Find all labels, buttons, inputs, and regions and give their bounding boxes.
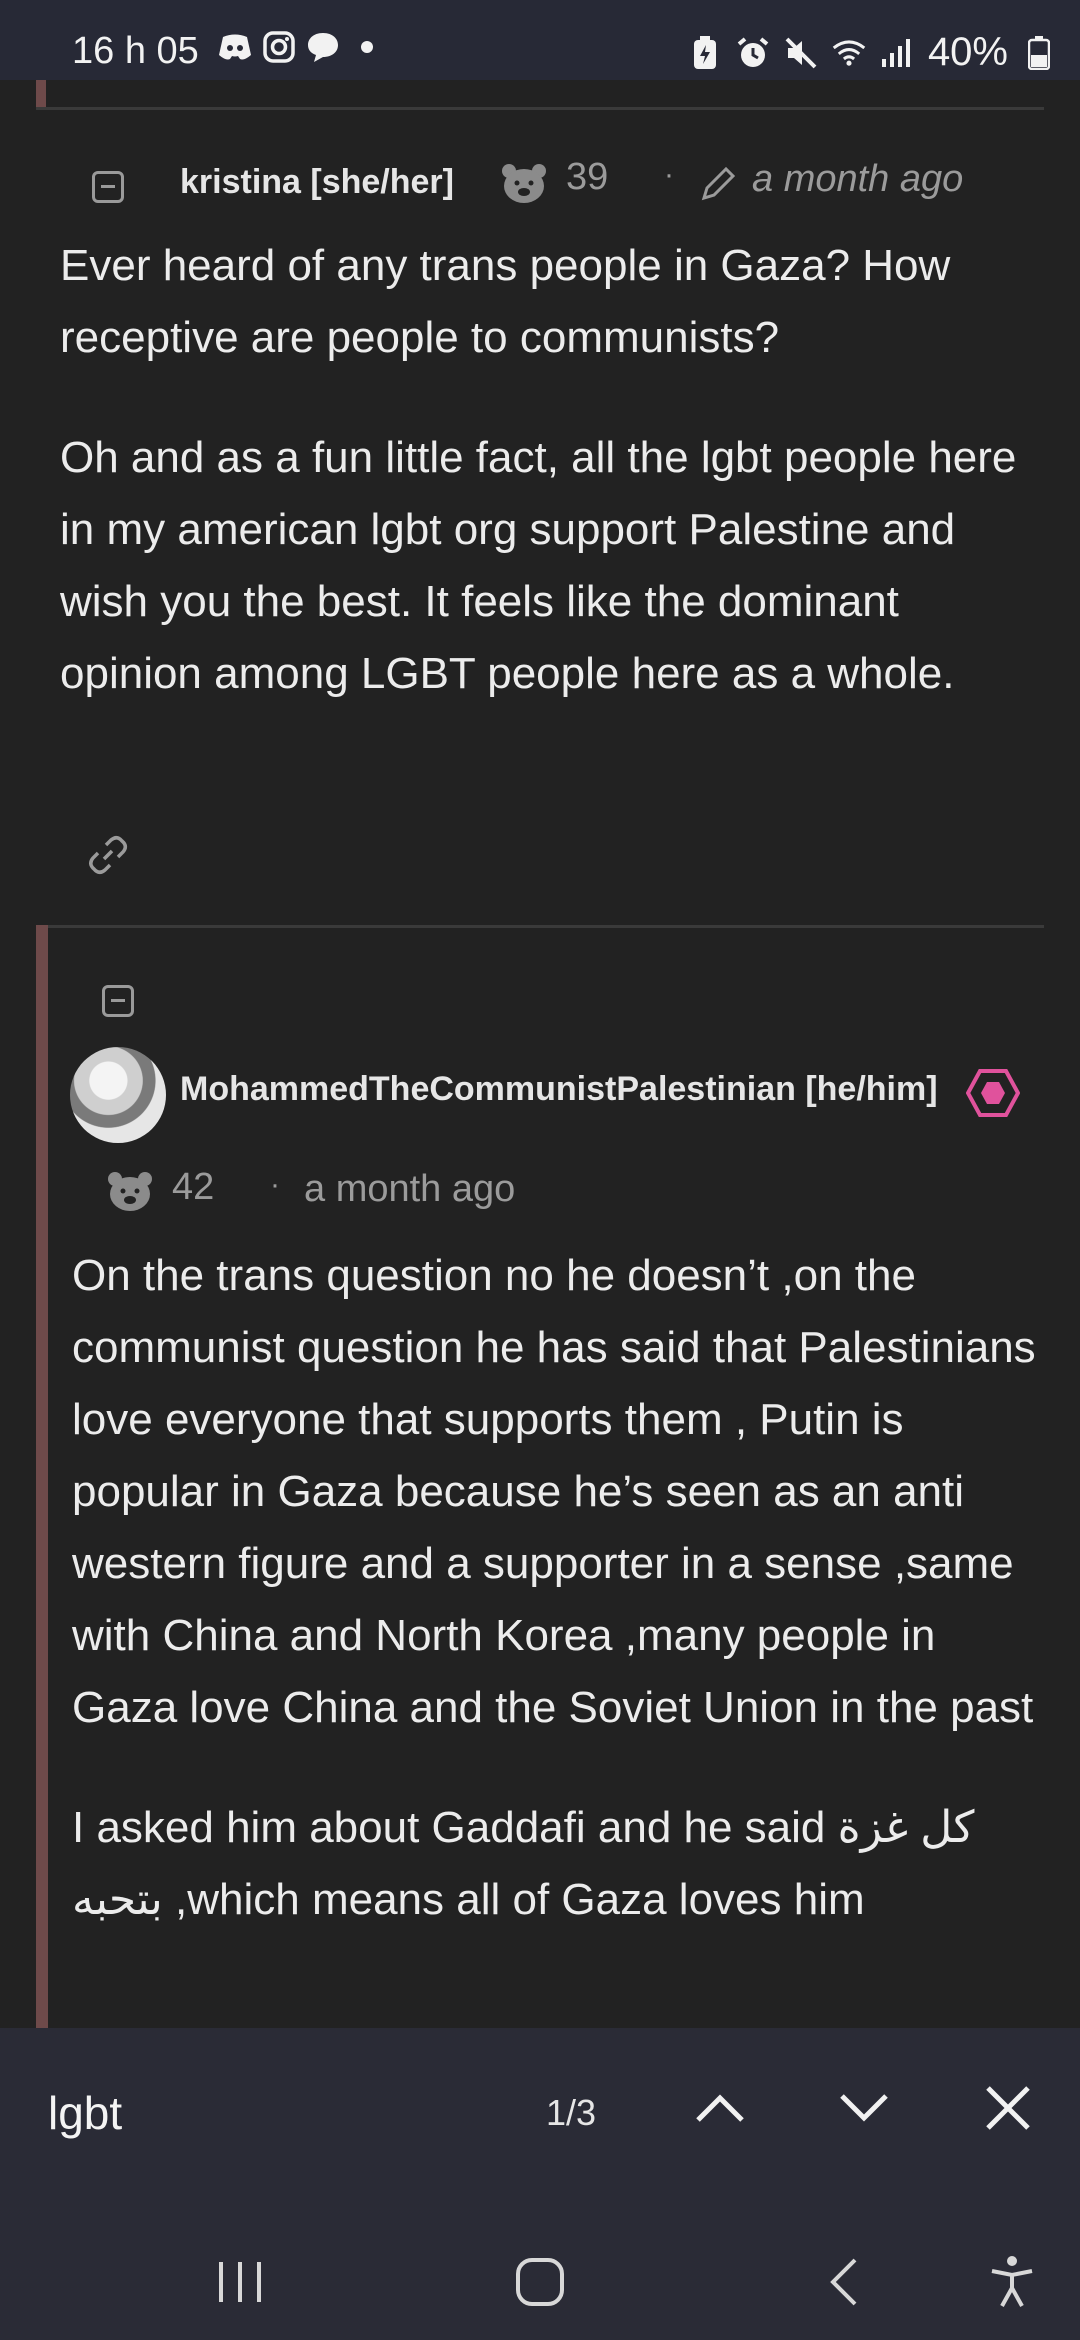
comment-timestamp: a month ago [304, 1168, 516, 1210]
thread-border [36, 80, 46, 108]
bear-score-icon [502, 164, 546, 203]
battery-saver-icon [688, 35, 722, 70]
link-icon[interactable] [86, 833, 130, 877]
find-in-page-bar: lgbt 1/3 [0, 2028, 1080, 2220]
comment-author[interactable]: MohammedTheCommunistPalestinian [he/him] [180, 1070, 938, 1109]
battery-icon [1022, 35, 1056, 70]
meta-separator: · [270, 1168, 280, 1201]
battery-percentage: 40% [927, 30, 1008, 74]
comment-paragraph: On the trans question no he doesn’t ,on … [72, 1251, 1036, 1732]
instagram-icon [262, 30, 296, 64]
pencil-icon [701, 166, 736, 201]
accessibility-icon [991, 2256, 1033, 2307]
recents-icon [219, 2262, 261, 2302]
find-next-button[interactable] [824, 2068, 904, 2148]
comment-score: 42 [172, 1166, 215, 1208]
meta-separator: · [664, 158, 674, 191]
accessibility-button[interactable] [972, 2242, 1052, 2322]
comment-body: On the trans question no he doesn’t ,on … [72, 1240, 1040, 1984]
recent-apps-button[interactable] [200, 2242, 280, 2322]
notification-icons [218, 30, 384, 64]
comment-paragraph: I asked him about Gaddafi and he said كل… [72, 1803, 975, 1924]
comment-score: 39 [566, 156, 609, 198]
chevron-up-icon [696, 2094, 744, 2122]
find-input[interactable]: lgbt [48, 2086, 122, 2140]
back-button[interactable] [804, 2242, 884, 2322]
collapse-comment-button[interactable] [102, 985, 134, 1017]
alarm-icon [736, 36, 770, 70]
avatar[interactable] [70, 1047, 166, 1143]
system-icons: 40% [688, 30, 1056, 75]
find-previous-button[interactable] [680, 2068, 760, 2148]
find-close-button[interactable] [968, 2068, 1048, 2148]
system-navigation-bar [0, 2220, 1080, 2340]
divider [36, 925, 1044, 928]
comment-author[interactable]: kristina [she/her] [180, 163, 454, 202]
chevron-down-icon [840, 2094, 888, 2122]
back-icon [830, 2258, 857, 2306]
comment-timestamp: a month ago [752, 158, 964, 200]
close-icon [986, 2086, 1030, 2130]
admin-badge-icon [966, 1069, 1020, 1117]
signal-icon [880, 36, 914, 70]
comment-body: Ever heard of any trans people in Gaza? … [60, 230, 1040, 758]
comment-paragraph: Ever heard of any trans people in Gaza? … [60, 241, 951, 362]
thread-border [36, 925, 48, 2028]
dot-icon [350, 30, 384, 64]
chat-bubble-icon [306, 30, 340, 64]
discord-icon [218, 30, 252, 64]
status-bar: 16 h 05 40% [0, 0, 1080, 80]
bear-score-icon [108, 1172, 152, 1211]
collapse-comment-button[interactable] [92, 171, 124, 203]
find-match-count: 1/3 [546, 2092, 597, 2133]
comment-paragraph: Oh and as a fun little fact, all the lgb… [60, 433, 1017, 698]
comment-thread[interactable]: kristina [she/her] 39 · a month ago Ever… [0, 80, 1080, 2028]
home-icon [516, 2258, 564, 2306]
status-time: 16 h 05 [72, 30, 199, 72]
wifi-icon [832, 36, 866, 70]
home-button[interactable] [500, 2242, 580, 2322]
divider [36, 107, 1044, 110]
mute-icon [784, 36, 818, 70]
